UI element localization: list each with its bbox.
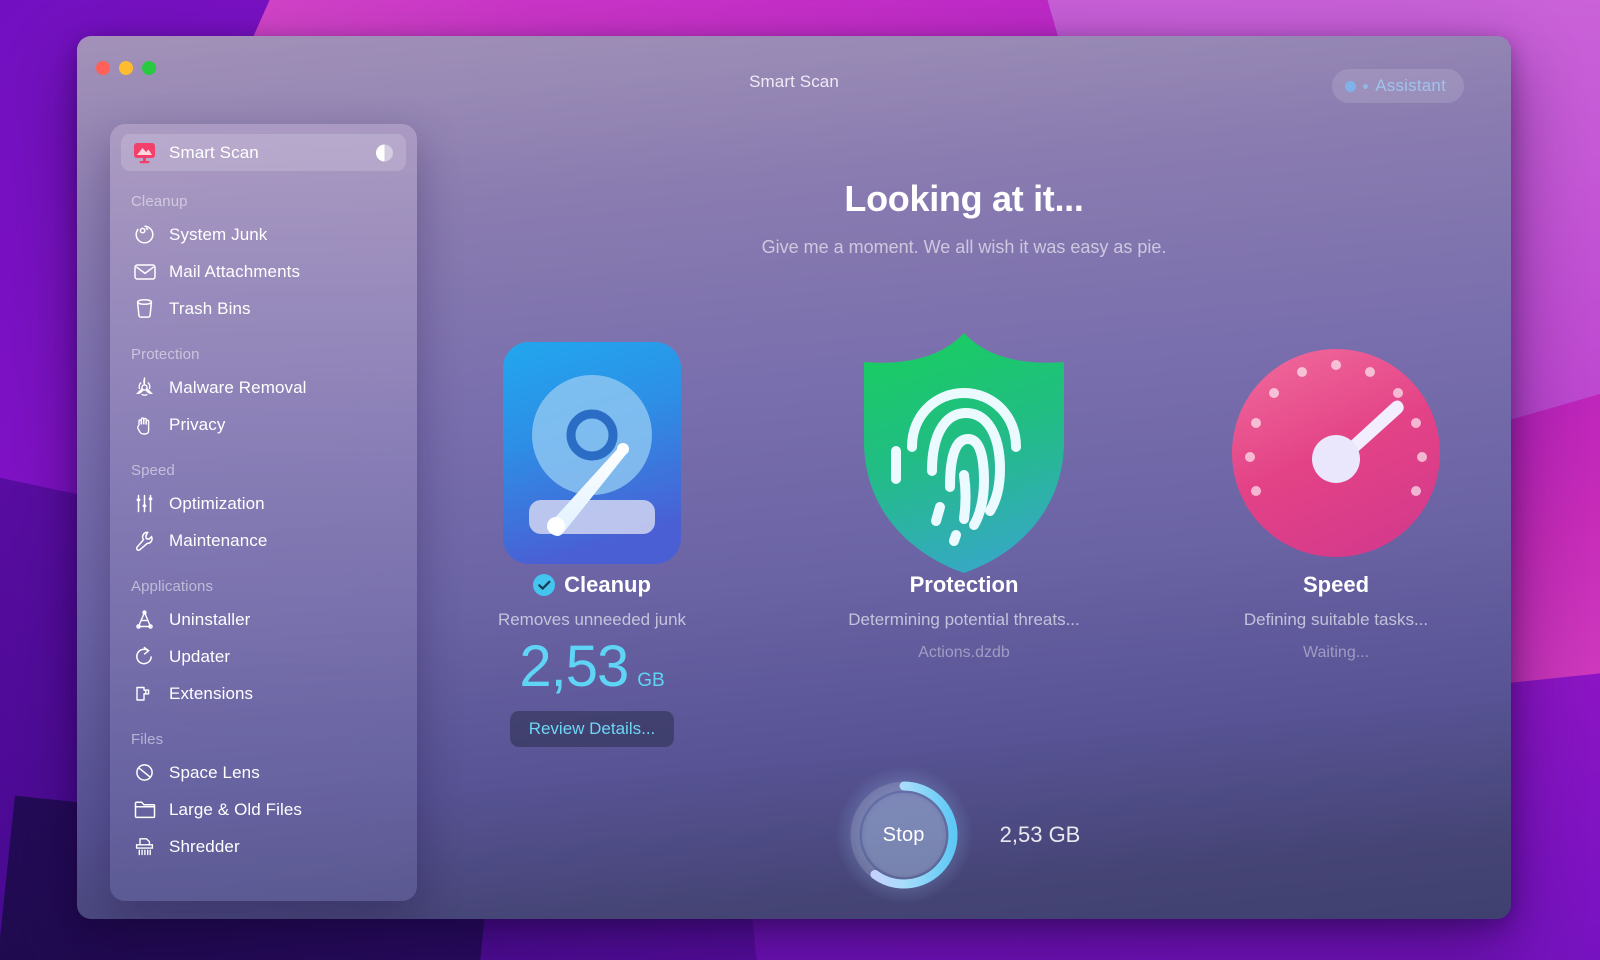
assistant-dot-large-icon bbox=[1345, 80, 1357, 92]
sidebar: Smart Scan Cleanup System Junk Mail Atta… bbox=[110, 124, 417, 901]
sidebar-item-maintenance[interactable]: Maintenance bbox=[121, 522, 406, 559]
sidebar-item-label: Shredder bbox=[169, 836, 240, 856]
page-title: Smart Scan bbox=[749, 72, 839, 91]
sidebar-item-label: Maintenance bbox=[169, 530, 268, 550]
scan-subheadline: Give me a moment. We all wish it was eas… bbox=[761, 237, 1167, 257]
sidebar-group-title: Files bbox=[131, 731, 164, 748]
sidebar-item-label: Updater bbox=[169, 646, 231, 666]
trash-bin-icon bbox=[131, 296, 158, 322]
assistant-label: Assistant bbox=[1375, 76, 1446, 95]
shield-fingerprint-icon bbox=[844, 328, 1084, 578]
assistant-dot-small-icon bbox=[1363, 83, 1369, 89]
scan-headline: Looking at it... bbox=[844, 178, 1084, 219]
sidebar-item-label: Smart Scan bbox=[169, 142, 259, 162]
window-titlebar: Smart Scan Assistant bbox=[77, 36, 1511, 103]
sliders-icon bbox=[131, 491, 158, 517]
speed-gauge-icon bbox=[1230, 328, 1442, 578]
scan-card-protection: Protection Determining potential threats… bbox=[839, 328, 1089, 747]
desktop-background: Smart Scan Assistant Smart Scan Cleanup … bbox=[0, 0, 1600, 960]
stop-button[interactable]: Stop bbox=[861, 793, 946, 877]
scan-card-speed: Speed Defining suitable tasks... Waiting… bbox=[1211, 328, 1461, 747]
stop-button-label: Stop bbox=[882, 823, 925, 846]
smart-scan-monitor-icon bbox=[131, 140, 158, 166]
sidebar-group-title: Applications bbox=[131, 578, 214, 595]
card-subtitle: Removes unneeded junk bbox=[497, 610, 687, 629]
stop-control: Stop bbox=[833, 765, 974, 905]
sidebar-item-label: System Junk bbox=[169, 224, 268, 244]
card-title-row: Speed bbox=[1303, 572, 1369, 598]
wrench-icon bbox=[131, 528, 158, 554]
sidebar-group-title: Cleanup bbox=[131, 193, 188, 210]
sidebar-item-extensions[interactable]: Extensions bbox=[121, 675, 406, 712]
card-title: Protection bbox=[909, 572, 1019, 597]
space-lens-planet-icon bbox=[131, 760, 158, 786]
shredder-icon bbox=[131, 834, 158, 860]
card-title: Cleanup bbox=[564, 572, 651, 597]
card-detail: Waiting... bbox=[1302, 644, 1370, 661]
sidebar-item-trash-bins[interactable]: Trash Bins bbox=[121, 290, 406, 327]
sidebar-item-uninstaller[interactable]: Uninstaller bbox=[121, 601, 406, 638]
sidebar-item-optimization[interactable]: Optimization bbox=[121, 485, 406, 522]
smart-scan-progress-indicator bbox=[376, 144, 393, 161]
card-title: Speed bbox=[1302, 572, 1370, 597]
hand-icon bbox=[131, 412, 158, 438]
sidebar-group-title: Speed bbox=[131, 462, 175, 479]
review-details-button[interactable]: Review Details... bbox=[509, 711, 675, 747]
sidebar-item-updater[interactable]: Updater bbox=[121, 638, 406, 675]
card-size: 2,53 GB bbox=[519, 638, 664, 696]
card-title-row: Protection bbox=[910, 572, 1019, 598]
sidebar-item-shredder[interactable]: Shredder bbox=[121, 828, 406, 865]
scan-cards: Cleanup Removes unneeded junk 2,53 GB Re… bbox=[417, 328, 1511, 747]
biohazard-icon bbox=[131, 375, 158, 401]
sidebar-item-label: Privacy bbox=[169, 414, 226, 434]
card-detail: Actions.dzdb bbox=[918, 644, 1010, 661]
card-subtitle: Determining potential threats... bbox=[848, 610, 1080, 629]
sidebar-item-label: Malware Removal bbox=[169, 377, 307, 397]
puzzle-piece-icon bbox=[131, 681, 158, 707]
card-title-row: Cleanup bbox=[533, 572, 651, 598]
sidebar-item-label: Extensions bbox=[169, 683, 254, 703]
sidebar-item-space-lens[interactable]: Space Lens bbox=[121, 754, 406, 791]
card-subtitle: Defining suitable tasks... bbox=[1243, 610, 1429, 629]
folder-icon bbox=[131, 797, 158, 823]
updater-arrow-icon bbox=[131, 644, 158, 670]
mail-envelope-icon bbox=[131, 259, 158, 285]
sidebar-item-label: Large & Old Files bbox=[169, 799, 303, 819]
sidebar-item-label: Mail Attachments bbox=[169, 261, 301, 281]
uninstaller-icon bbox=[131, 607, 158, 633]
check-circle-icon bbox=[533, 574, 556, 596]
scan-total-size: 2,53 GB bbox=[999, 822, 1081, 847]
card-size-unit: GB bbox=[637, 670, 665, 691]
sidebar-group-title: Protection bbox=[131, 346, 200, 363]
system-junk-icon bbox=[131, 222, 158, 248]
hard-drive-icon bbox=[503, 328, 681, 578]
card-size-value: 2,53 bbox=[519, 634, 629, 699]
sidebar-item-system-junk[interactable]: System Junk bbox=[121, 216, 406, 253]
sidebar-item-smart-scan[interactable]: Smart Scan bbox=[121, 134, 406, 171]
sidebar-item-large-old-files[interactable]: Large & Old Files bbox=[121, 791, 406, 828]
sidebar-item-label: Space Lens bbox=[169, 762, 260, 782]
main-content: Looking at it... Give me a moment. We al… bbox=[417, 98, 1511, 919]
sidebar-item-privacy[interactable]: Privacy bbox=[121, 406, 406, 443]
scan-card-cleanup: Cleanup Removes unneeded junk 2,53 GB Re… bbox=[467, 328, 717, 747]
sidebar-item-malware-removal[interactable]: Malware Removal bbox=[121, 369, 406, 406]
app-window: Smart Scan Assistant Smart Scan Cleanup … bbox=[77, 36, 1511, 919]
sidebar-item-label: Uninstaller bbox=[169, 609, 251, 629]
sidebar-item-label: Trash Bins bbox=[169, 298, 251, 318]
sidebar-item-label: Optimization bbox=[169, 493, 265, 513]
sidebar-item-mail-attachments[interactable]: Mail Attachments bbox=[121, 253, 406, 290]
scan-controls: Stop 2,53 GB bbox=[417, 765, 1511, 905]
